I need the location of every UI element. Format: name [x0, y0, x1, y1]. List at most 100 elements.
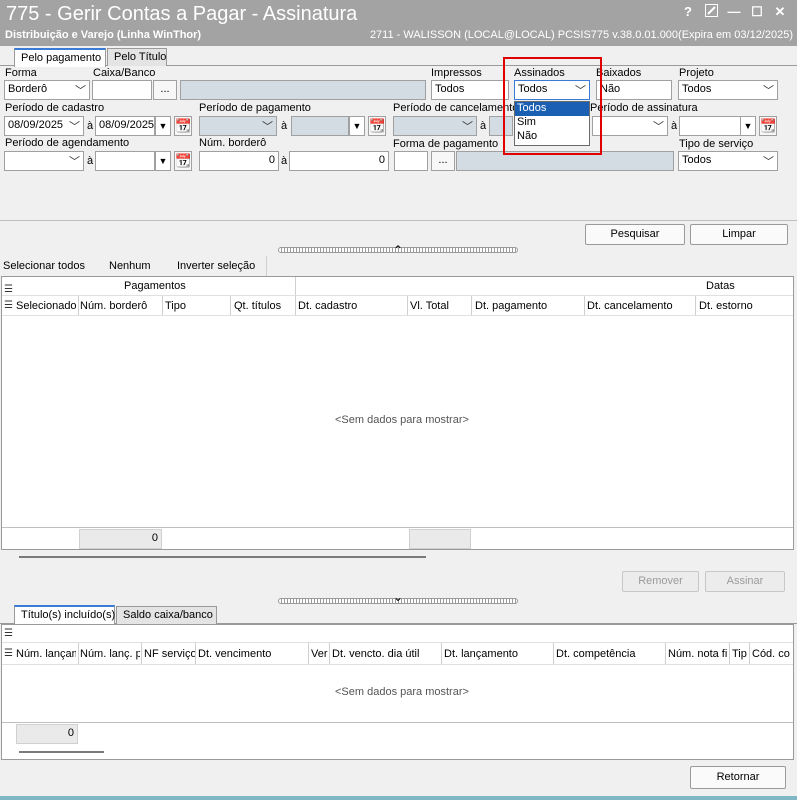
- num-bordero-sep: à: [281, 155, 288, 167]
- limpar-button[interactable]: Limpar: [690, 224, 788, 245]
- periodo-assinatura-dropdown-icon[interactable]: ▼: [740, 116, 756, 136]
- chevron-down-icon: ﹀: [462, 121, 473, 133]
- minimize-icon[interactable]: —: [726, 4, 742, 20]
- chevron-down-icon: ﹀: [69, 121, 80, 133]
- periodo-cadastro-from-value: 08/09/2025: [8, 119, 64, 131]
- inverter-selecao-button[interactable]: Inverter seleção: [177, 260, 255, 272]
- chevron-down-icon[interactable]: ⌄: [393, 590, 403, 604]
- col-tipo[interactable]: Tipo: [165, 300, 225, 312]
- col-dt-lancamento[interactable]: Dt. lançamento: [444, 648, 550, 660]
- col-nf-servico[interactable]: NF serviço: [144, 648, 196, 660]
- chevron-up-icon[interactable]: ⌃: [393, 243, 403, 257]
- calendar-icon[interactable]: 📆: [174, 151, 192, 171]
- divider: [407, 296, 408, 315]
- close-icon[interactable]: ✕: [772, 4, 788, 20]
- tab-pelo-titulo[interactable]: Pelo Título: [107, 48, 167, 66]
- tab-titulos-incluidos[interactable]: Título(s) incluído(s): [14, 605, 115, 624]
- horizontal-scrollbar[interactable]: [19, 556, 426, 558]
- caixa-banco-lookup-button[interactable]: ...: [153, 80, 177, 100]
- col-vl-total[interactable]: Vl. Total: [410, 300, 470, 312]
- col-dt-estorno[interactable]: Dt. estorno: [699, 300, 789, 312]
- grid1-footer-total: 0: [79, 529, 162, 549]
- baixados-select[interactable]: Não: [596, 80, 672, 100]
- periodo-pagamento-from[interactable]: ﹀: [199, 116, 277, 136]
- col-dt-cancelamento[interactable]: Dt. cancelamento: [587, 300, 695, 312]
- col-num-lancamento[interactable]: Núm. lançam: [16, 648, 76, 660]
- divider: [162, 296, 163, 315]
- divider: [195, 643, 196, 664]
- grid-group-pagamentos: Pagamentos: [124, 280, 186, 292]
- edit-icon[interactable]: [703, 4, 719, 20]
- col-num-nota-fiscal[interactable]: Núm. nota fi: [668, 648, 728, 660]
- chevron-down-icon: ﹀: [262, 121, 273, 133]
- periodo-pagamento-dropdown-icon[interactable]: ▼: [349, 116, 365, 136]
- projeto-select[interactable]: Todos ﹀: [678, 80, 778, 100]
- selecionar-todos-button[interactable]: Selecionar todos: [3, 260, 85, 272]
- grid-group-datas: Datas: [706, 280, 735, 292]
- chevron-down-icon: ﹀: [763, 85, 774, 97]
- chevron-down-icon: ﹀: [653, 121, 664, 133]
- horizontal-scrollbar[interactable]: [19, 751, 104, 753]
- tab-saldo-caixa-banco[interactable]: Saldo caixa/banco: [116, 606, 217, 624]
- divider: [141, 643, 142, 664]
- window-bottom-border: [0, 796, 797, 800]
- tipo-servico-select[interactable]: Todos ﹀: [678, 151, 778, 171]
- retornar-button[interactable]: Retornar: [690, 766, 786, 789]
- divider: [308, 643, 309, 664]
- col-dt-vencimento[interactable]: Dt. vencimento: [198, 648, 304, 660]
- remover-button[interactable]: Remover: [622, 571, 699, 592]
- periodo-cadastro-from[interactable]: 08/09/2025 ﹀: [4, 116, 84, 136]
- col-cod-co[interactable]: Cód. co: [752, 648, 792, 660]
- window-title: 775 - Gerir Contas a Pagar - Assinatura: [6, 3, 358, 25]
- pesquisar-button[interactable]: Pesquisar: [585, 224, 685, 245]
- col-selecionado[interactable]: Selecionado: [16, 300, 78, 312]
- chevron-down-icon: ﹀: [69, 156, 80, 168]
- impressos-label: Impressos: [431, 67, 482, 79]
- col-dt-cadastro[interactable]: Dt. cadastro: [298, 300, 398, 312]
- impressos-select[interactable]: Todos: [431, 80, 509, 100]
- col-qt-titulos[interactable]: Qt. títulos: [234, 300, 294, 312]
- row-menu-icon[interactable]: ☰: [4, 628, 13, 639]
- calendar-icon[interactable]: 📆: [368, 116, 386, 136]
- periodo-agendamento-to[interactable]: [95, 151, 155, 171]
- num-bordero-from[interactable]: 0: [199, 151, 279, 171]
- caixa-banco-input[interactable]: [92, 80, 152, 100]
- periodo-cancelamento-sep: à: [480, 120, 487, 132]
- periodo-agendamento-from[interactable]: ﹀: [4, 151, 84, 171]
- periodo-assinatura-to[interactable]: [679, 116, 741, 136]
- forma-select[interactable]: Borderô ﹀: [4, 80, 90, 100]
- divider: [584, 296, 585, 315]
- calendar-icon[interactable]: 📆: [174, 116, 192, 136]
- divider: [78, 643, 79, 664]
- assinar-button[interactable]: Assinar: [705, 571, 785, 592]
- col-ver[interactable]: Ver: [311, 648, 329, 660]
- periodo-cadastro-to[interactable]: 08/09/2025: [95, 116, 155, 136]
- highlight-box: [503, 57, 602, 155]
- col-tipo[interactable]: Tip: [732, 648, 750, 660]
- divider: [471, 296, 472, 315]
- periodo-cadastro-dropdown-icon[interactable]: ▼: [155, 116, 171, 136]
- divider: [729, 643, 730, 664]
- periodo-assinatura-from[interactable]: ﹀: [592, 116, 668, 136]
- num-bordero-to[interactable]: 0: [289, 151, 389, 171]
- nenhum-button[interactable]: Nenhum: [109, 260, 151, 272]
- periodo-pagamento-to[interactable]: [291, 116, 349, 136]
- pagamentos-grid[interactable]: [1, 276, 794, 550]
- row-menu-icon[interactable]: ☰: [4, 648, 13, 659]
- forma-pagamento-input[interactable]: [394, 151, 428, 171]
- periodo-cancelamento-from[interactable]: ﹀: [393, 116, 477, 136]
- col-dt-competencia[interactable]: Dt. competência: [556, 648, 662, 660]
- col-num-bordero[interactable]: Núm. borderô: [80, 300, 162, 312]
- maximize-icon[interactable]: ☐: [749, 4, 765, 20]
- col-dt-vencto-dia-util[interactable]: Dt. vencto. dia útil: [332, 648, 438, 660]
- col-dt-pagamento[interactable]: Dt. pagamento: [475, 300, 583, 312]
- forma-pagamento-lookup-button[interactable]: ...: [431, 151, 455, 171]
- col-num-lanc-p[interactable]: Núm. lanç. p: [80, 648, 140, 660]
- row-menu-icon[interactable]: ☰: [4, 284, 13, 295]
- help-icon[interactable]: ?: [680, 4, 696, 20]
- row-menu-icon[interactable]: ☰: [4, 300, 13, 311]
- calendar-icon[interactable]: 📆: [759, 116, 777, 136]
- tab-pelo-pagamento[interactable]: Pelo pagamento: [14, 48, 106, 67]
- forma-value: Borderô: [8, 83, 48, 95]
- periodo-agendamento-dropdown-icon[interactable]: ▼: [155, 151, 171, 171]
